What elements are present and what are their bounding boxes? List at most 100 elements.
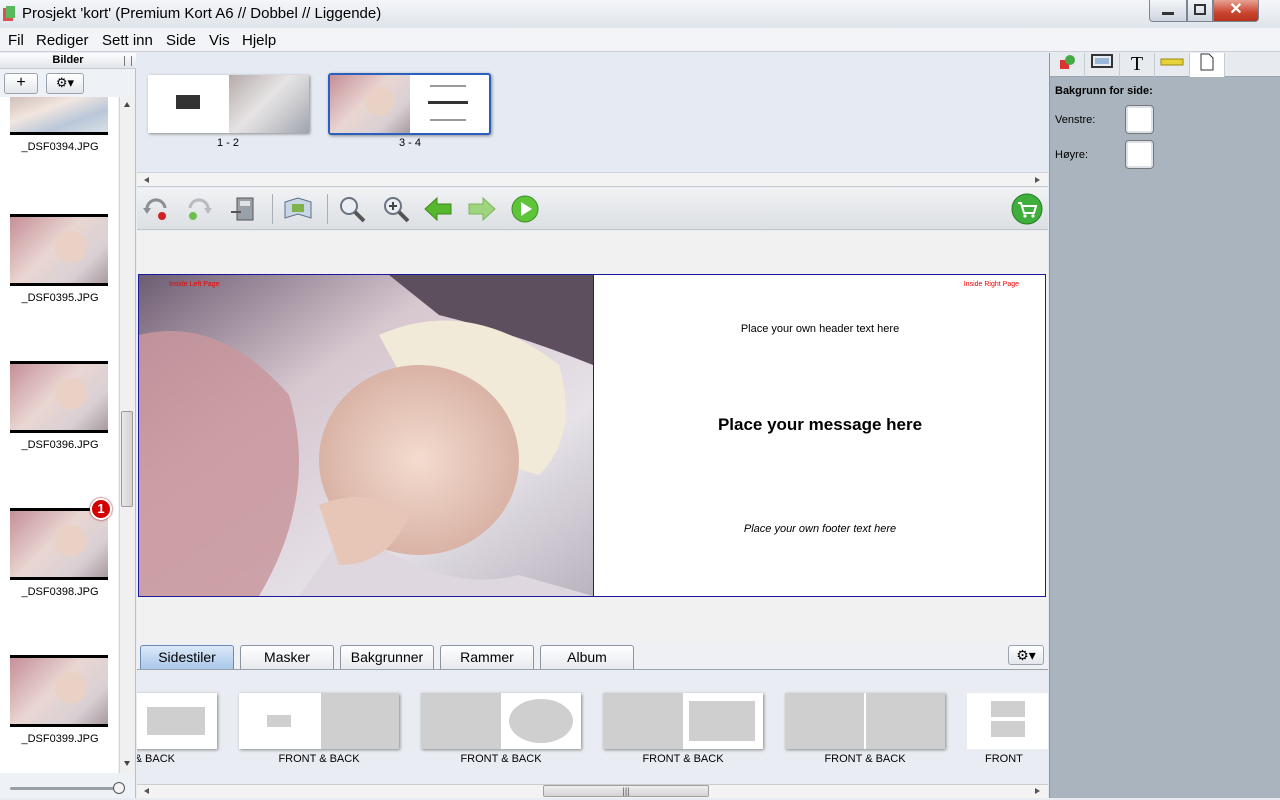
shopping-cart-icon[interactable] (1011, 193, 1043, 225)
menu-rediger[interactable]: Rediger (36, 32, 89, 49)
tab-masker[interactable]: Masker (240, 645, 334, 669)
thumbnail-size-slider[interactable] (10, 787, 122, 790)
styles-scrollbar-thumb[interactable]: ||| (543, 785, 709, 797)
toolbar-separator (327, 194, 328, 224)
images-scrollbar-thumb[interactable] (121, 411, 133, 507)
image-item[interactable]: _DSF0396.JPG (10, 361, 108, 451)
image-name: _DSF0398.JPG (21, 586, 99, 598)
library-settings-button[interactable]: ⚙▾ (1008, 645, 1044, 665)
image-item[interactable]: 1 _DSF0398.JPG (10, 498, 112, 598)
frame-icon[interactable] (1085, 53, 1120, 77)
minimize-button[interactable] (1149, 0, 1187, 22)
mini-text-line (428, 101, 468, 104)
image-name: _DSF0399.JPG (21, 733, 99, 745)
menu-bar: Fil Rediger Sett inn Side Vis Hjelp (0, 28, 1280, 52)
images-settings-button[interactable]: ⚙▾ (46, 73, 84, 94)
mini-text-line (430, 85, 466, 87)
image-thumbnail (10, 214, 108, 286)
previous-arrow-icon[interactable] (423, 194, 453, 224)
page-label: 1 - 2 (216, 137, 239, 149)
image-item[interactable]: _DSF0399.JPG (10, 655, 108, 745)
page-style-label: FRONT & BACK (824, 753, 906, 765)
image-name: _DSF0394.JPG (21, 141, 99, 153)
page-style-label: FRONT (985, 753, 1023, 765)
mini-text-line (430, 119, 466, 121)
preview-icon[interactable] (283, 194, 313, 224)
left-background-swatch[interactable] (1125, 105, 1154, 134)
properties-tabs: T (1050, 53, 1280, 77)
app-icon (3, 6, 15, 21)
baby-photo[interactable] (139, 275, 593, 596)
page-label: 3 - 4 (398, 137, 421, 149)
left-page-tag: Inside Left Page (169, 281, 220, 288)
scroll-arrows-icon (144, 177, 1040, 183)
tab-bakgrunner[interactable]: Bakgrunner (340, 645, 434, 669)
tab-sidestiler[interactable]: Sidestiler (140, 645, 234, 669)
panel-grip[interactable] (124, 56, 132, 66)
background-section-title: Bakgrunn for side: (1055, 85, 1153, 97)
thumbnail-size-slider-knob[interactable] (113, 782, 125, 794)
page-style-label: FRONT & BACK (278, 753, 360, 765)
page-style-label: FRONT & BACK (460, 753, 542, 765)
pages-scrollbar[interactable] (137, 173, 1048, 187)
play-icon[interactable] (510, 194, 540, 224)
image-thumbnail (10, 508, 108, 580)
image-name: _DSF0395.JPG (21, 292, 99, 304)
page-style-item[interactable] (967, 693, 1048, 749)
right-page-tag: Inside Right Page (963, 281, 1019, 288)
right-page[interactable]: Inside Right Page Place your own header … (593, 275, 1045, 596)
menu-fil[interactable]: Fil (8, 32, 24, 49)
images-panel-title: Bilder (0, 53, 136, 69)
right-background-label: Høyre: (1055, 149, 1088, 161)
page-style-item[interactable] (421, 693, 581, 749)
header-text-box[interactable]: Place your own header text here (594, 323, 1046, 335)
message-text-box[interactable]: Place your message here (594, 415, 1046, 435)
text-icon[interactable]: T (1120, 53, 1155, 77)
footer-text-box[interactable]: Place your own footer text here (594, 523, 1046, 535)
left-page[interactable]: Inside Left Page (139, 275, 593, 596)
main-toolbar (137, 188, 1048, 230)
page-icon[interactable] (1190, 53, 1225, 77)
shapes-icon[interactable] (1050, 53, 1085, 77)
menu-hjelp[interactable]: Hjelp (242, 32, 276, 49)
page-spread: Inside Left Page Inside Right Page Place… (138, 274, 1046, 597)
image-thumbnail (10, 97, 108, 135)
library-tabs: Sidestiler Masker Bakgrunner Rammer Albu… (137, 642, 1048, 670)
page-style-item[interactable] (137, 693, 217, 749)
next-arrow-icon[interactable] (467, 194, 497, 224)
undo-icon[interactable] (141, 194, 171, 224)
right-background-swatch[interactable] (1125, 140, 1154, 169)
toolbar-separator (272, 194, 273, 224)
ruler-icon[interactable] (1155, 53, 1190, 77)
image-item[interactable]: _DSF0395.JPG (10, 214, 108, 304)
page-styles-list: & BACK FRONT & BACK FRONT & BACK FRONT &… (137, 671, 1048, 784)
image-item[interactable]: _DSF0394.JPG (10, 97, 108, 153)
image-thumbnail (10, 655, 108, 727)
menu-sett-inn[interactable]: Sett inn (102, 32, 153, 49)
zoom-out-icon[interactable] (337, 194, 367, 224)
menu-side[interactable]: Side (166, 32, 196, 49)
image-name: _DSF0396.JPG (21, 439, 99, 451)
page-style-item[interactable] (239, 693, 399, 749)
page-style-item[interactable] (785, 693, 945, 749)
mini-photo (176, 95, 200, 109)
page-style-label: & BACK (137, 753, 175, 765)
page-thumbnail-1-2[interactable] (148, 75, 309, 133)
page-thumbnail-3-4-selected[interactable] (328, 73, 491, 135)
window-title: Prosjekt 'kort' (Premium Kort A6 // Dobb… (22, 5, 382, 22)
menu-vis[interactable]: Vis (209, 32, 230, 49)
add-image-button[interactable]: + (4, 73, 38, 94)
maximize-button[interactable] (1187, 0, 1213, 22)
left-background-label: Venstre: (1055, 114, 1096, 126)
image-list[interactable]: _DSF0394.JPG _DSF0395.JPG _DSF0396.JPG 1… (0, 97, 118, 773)
redo-icon[interactable] (184, 194, 214, 224)
tab-rammer[interactable]: Rammer (440, 645, 534, 669)
usage-count-badge: 1 (90, 498, 112, 520)
page-style-item[interactable] (603, 693, 763, 749)
image-thumbnail (10, 361, 108, 433)
tab-album[interactable]: Album (540, 645, 634, 669)
close-button[interactable]: ✕ (1213, 0, 1259, 22)
export-icon[interactable] (229, 194, 259, 224)
images-panel: Bilder + ⚙▾ _DSF0394.JPG _DSF0395.JPG _D… (0, 53, 136, 798)
zoom-in-icon[interactable] (381, 194, 411, 224)
